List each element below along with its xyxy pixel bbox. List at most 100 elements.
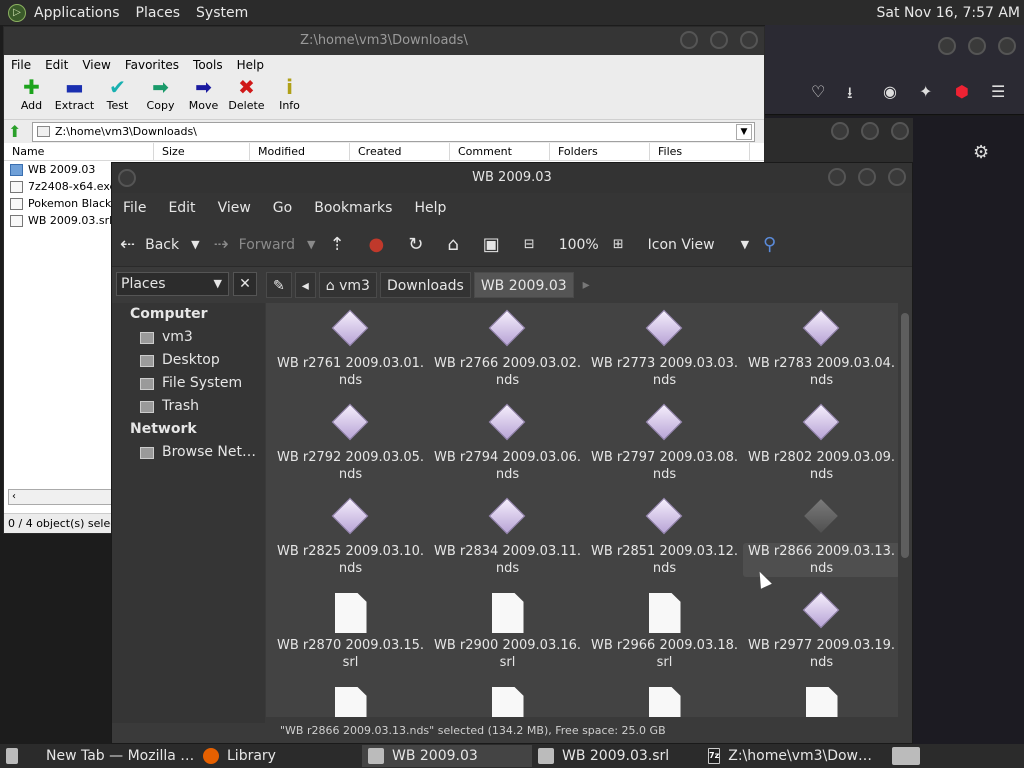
taskbar-item[interactable]: New Tab — Mozilla … [32,745,197,767]
menu-edit[interactable]: Edit [38,58,75,72]
menu-tools[interactable]: Tools [186,58,230,72]
file-item[interactable] [272,687,429,717]
zoom-level[interactable]: 100% [559,237,599,253]
menu-places[interactable]: Places [128,5,189,21]
extensions-icon[interactable]: ✦ [919,82,932,101]
sidebar-item-browse-net-[interactable]: Browse Net… [112,441,265,464]
minimize-button[interactable] [679,31,698,49]
chevron-down-icon[interactable]: ▼ [191,238,199,251]
column-header-size[interactable]: Size [154,143,250,160]
column-header-comment[interactable]: Comment [450,143,550,160]
tool-info-button[interactable]: i Info [268,75,311,112]
menu-view[interactable]: View [75,58,117,72]
crumb-current[interactable]: WB 2009.03 [473,272,574,298]
file-item[interactable]: WB r2761 2009.03.01. nds [272,309,429,405]
column-header-created[interactable]: Created [350,143,450,160]
file-item[interactable] [429,687,586,717]
tool-extract-button[interactable]: ▬ Extract [53,75,96,112]
column-header-name[interactable]: Name [4,143,154,160]
file-item[interactable] [586,687,743,717]
home-button[interactable]: ⌂ [447,234,468,255]
file-item[interactable]: WB r2802 2009.03.09. nds [743,403,898,499]
scrollbar-thumb[interactable] [901,313,909,558]
stop-button[interactable]: ● [369,234,395,255]
file-item[interactable]: WB r2834 2009.03.11. nds [429,497,586,593]
maximize-button[interactable] [709,31,728,49]
crumb-prev-button[interactable]: ◂ [294,272,316,298]
workspace-switcher[interactable] [886,745,934,767]
crumb-vm3[interactable]: ⌂ vm3 [318,272,377,298]
distro-logo-icon[interactable]: ▷ [8,3,26,22]
sidebar-item-file-system[interactable]: File System [112,372,265,395]
gear-icon[interactable]: ⚙ [973,142,989,163]
sidebar-item-trash[interactable]: Trash [112,395,265,418]
menu-help[interactable]: Help [230,58,271,72]
window-menu-button[interactable] [118,169,136,187]
close-button[interactable] [998,37,1016,55]
view-selector[interactable]: Icon View ▼ [648,237,749,253]
address-field[interactable]: Z:\home\vm3\Downloads\ ▼ [32,121,755,142]
maximize-button[interactable] [860,122,879,140]
menu-favorites[interactable]: Favorites [118,58,186,72]
menu-view[interactable]: View [207,200,262,216]
account-icon[interactable]: ◉ [883,82,897,101]
column-header-folders[interactable]: Folders [550,143,650,160]
download-icon[interactable]: ⭳ [847,82,853,109]
menu-edit[interactable]: Edit [157,200,206,216]
up-button[interactable]: ⇡ [329,234,354,255]
forward-button[interactable]: ⇢ Forward ▼ [214,234,316,255]
zoom-out-button[interactable]: ⊟ [524,237,545,252]
search-button[interactable]: ⚲ [763,234,786,255]
chevron-down-icon[interactable]: ▼ [736,123,752,140]
menu-file[interactable]: File [4,58,38,72]
file-item[interactable]: WB r2797 2009.03.08. nds [586,403,743,499]
maximize-button[interactable] [857,168,876,186]
crumb-downloads[interactable]: Downloads [379,272,471,298]
taskbar-item[interactable]: WB 2009.03.srl [532,745,702,767]
tool-move-button[interactable]: ➡ Move [182,75,225,112]
tool-copy-button[interactable]: ➡ Copy [139,75,182,112]
tool-add-button[interactable]: ✚ Add [10,75,53,112]
taskbar-item[interactable]: WB 2009.03 [362,745,532,767]
reload-button[interactable]: ↻ [408,234,433,255]
file-item[interactable]: WB r2966 2009.03.18. srl [586,593,743,687]
up-folder-icon[interactable]: ⬆ [8,122,32,141]
file-item[interactable]: WB r2900 2009.03.16. srl [429,593,586,687]
toggle-location-button[interactable]: ✎ [266,272,292,298]
file-item[interactable]: WB r2870 2009.03.15. srl [272,593,429,687]
taskbar-item[interactable]: Library [197,745,362,767]
file-item[interactable] [743,687,898,717]
clock[interactable]: Sat Nov 16, 7:57 AM [877,5,1024,21]
menu-system[interactable]: System [188,5,256,21]
menu-go[interactable]: Go [262,200,303,216]
chevron-right-icon[interactable]: ▸ [583,277,590,293]
file-item[interactable]: WB r2773 2009.03.03. nds [586,309,743,405]
taskbar-item[interactable]: 7z Z:\home\vm3\Dow… [702,745,872,767]
minimize-button[interactable] [937,37,956,55]
tool-delete-button[interactable]: ✖ Delete [225,75,268,112]
column-header-files[interactable]: Files [650,143,750,160]
back-button[interactable]: ⇠ Back ▼ [120,234,200,255]
sidebar-item-vm3[interactable]: vm3 [112,326,265,349]
fm-icon-view[interactable]: WB r2761 2009.03.01. nds WB r2766 2009.03.… [266,303,898,717]
menu-help[interactable]: Help [403,200,457,216]
sidebar-item-desktop[interactable]: Desktop [112,349,265,372]
file-item[interactable]: WB r2794 2009.03.06. nds [429,403,586,499]
places-selector[interactable]: Places ▼ [116,272,229,296]
hamburger-menu-icon[interactable]: ☰ [991,82,1005,101]
close-sidebar-button[interactable]: ✕ [233,272,257,296]
menu-file[interactable]: File [112,200,157,216]
pocket-icon[interactable]: ♡ [811,82,825,101]
close-button[interactable] [888,168,906,186]
horizontal-scrollbar[interactable]: ‹ [8,489,114,505]
maximize-button[interactable] [967,37,986,55]
chevron-down-icon[interactable]: ▼ [307,238,315,251]
tool-test-button[interactable]: ✔ Test [96,75,139,112]
file-item[interactable]: WB r2977 2009.03.19. nds [743,591,898,687]
file-item[interactable]: WB r2783 2009.03.04. nds [743,309,898,405]
file-item[interactable]: WB r2766 2009.03.02. nds [429,309,586,405]
close-button[interactable] [891,122,909,140]
menu-applications[interactable]: Applications [26,5,128,21]
vertical-scrollbar[interactable] [898,303,912,717]
file-item[interactable]: WB r2851 2009.03.12. nds [586,497,743,593]
